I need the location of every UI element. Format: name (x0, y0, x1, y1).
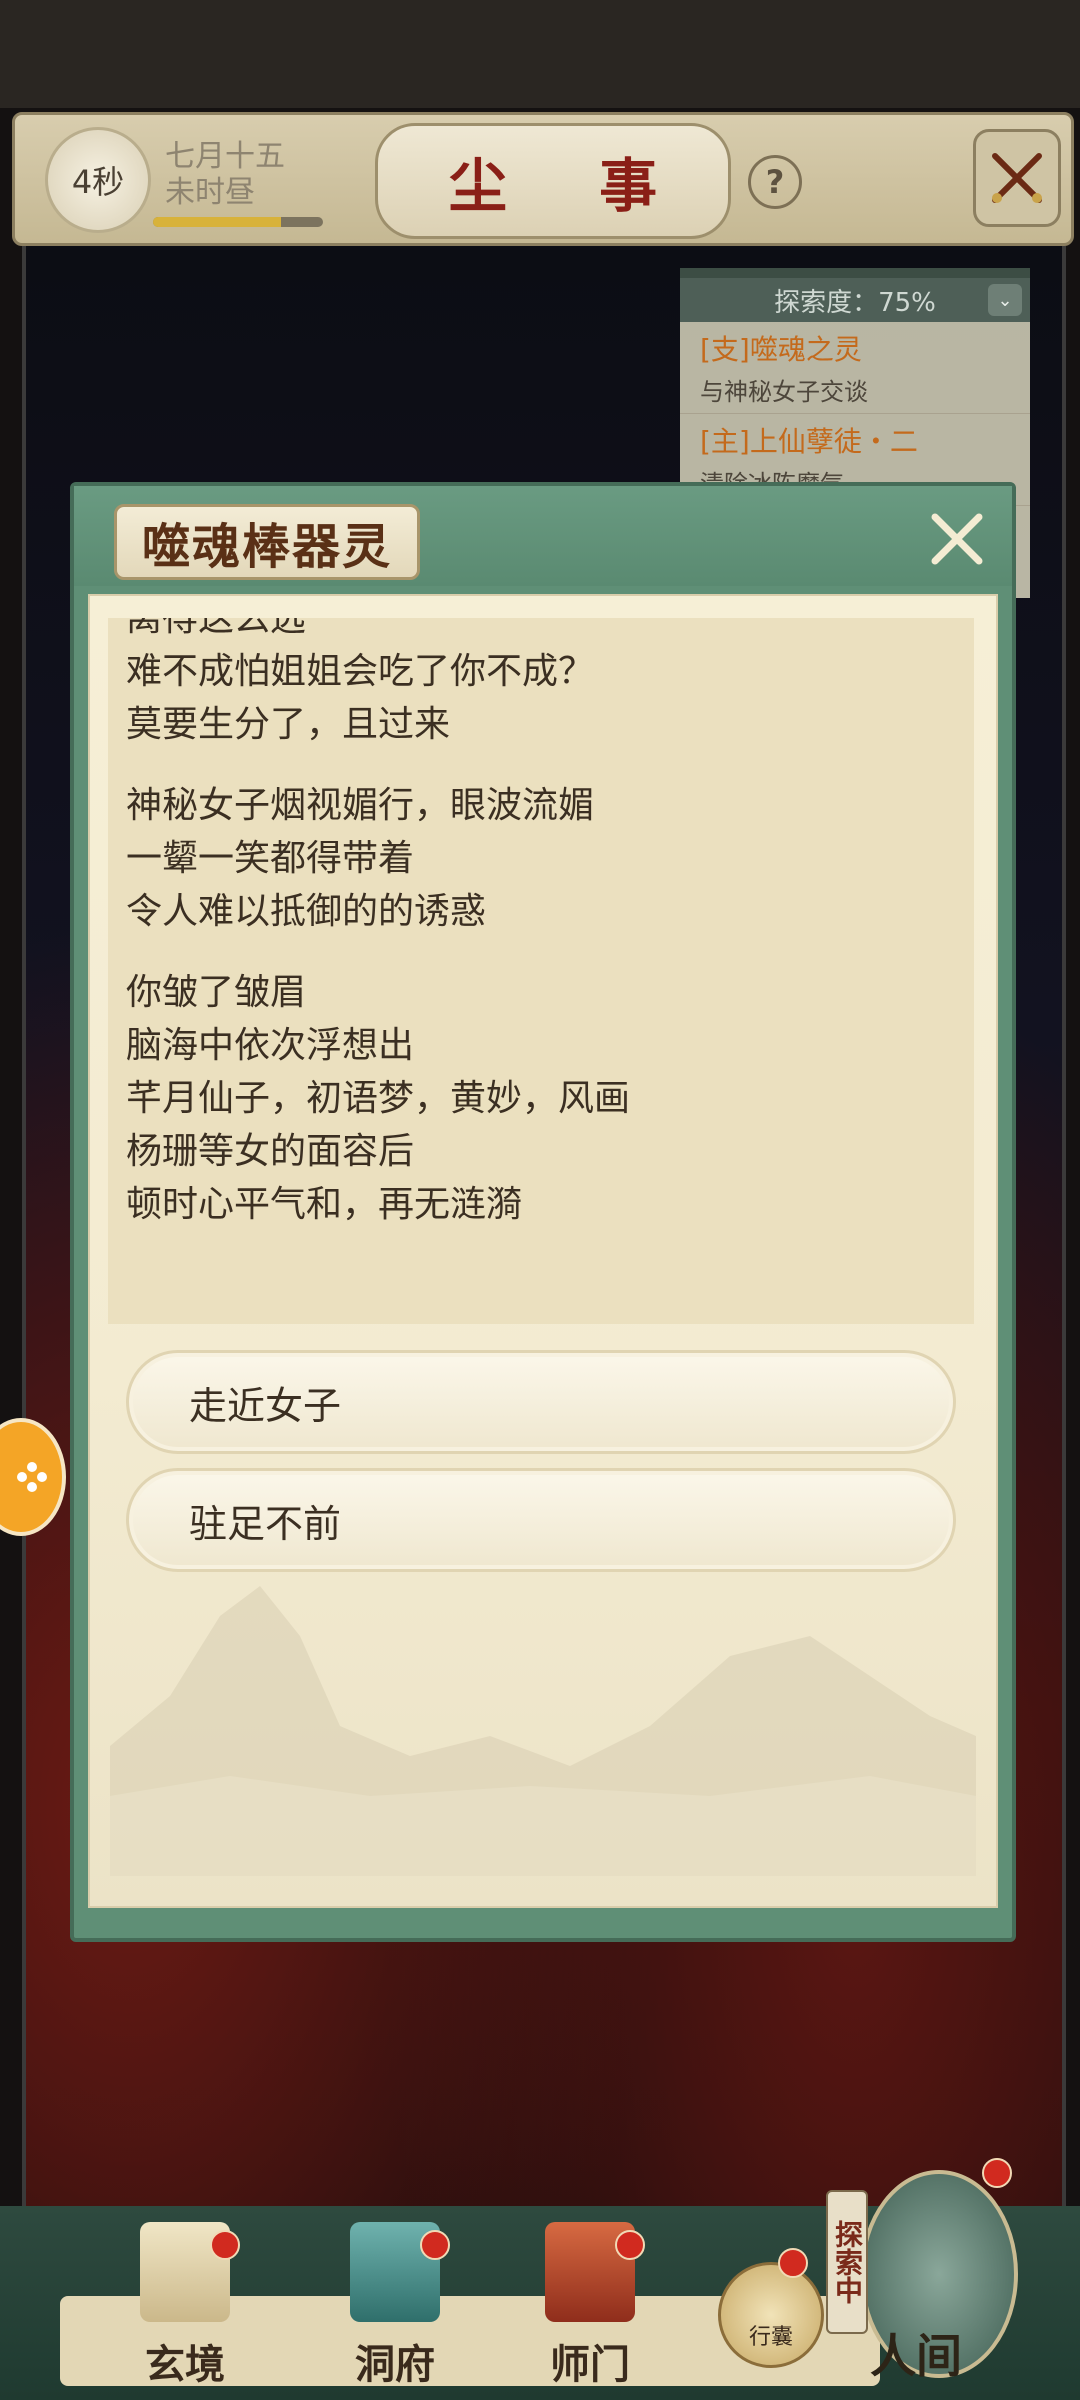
help-button[interactable]: ? (748, 155, 802, 209)
quest-desc: 与神秘女子交谈 (700, 378, 868, 406)
story-paragraph: 神秘女子烟视媚行，眼波流媚 一颦一笑都得带着 令人难以抵御的的诱惑 (126, 779, 956, 938)
story-line: 顿时心平气和，再无涟漪 (126, 1184, 523, 1225)
notification-dot (210, 2230, 240, 2260)
hour-text: 未时昼 (165, 175, 255, 210)
exploring-tag: 探索中 (826, 2190, 868, 2334)
timer-text: 4秒 (71, 163, 125, 201)
story-line: 芊月仙子，初语梦，黄妙，风画 (126, 1078, 631, 1119)
story-paragraph: 离得这么远 难不成怕姐姐会吃了你不成？ 莫要生分了，且过来 (126, 618, 956, 751)
dialogue-modal: 噬魂棒器灵 离得这么远 难不成怕姐姐会吃了你不成？ 莫要生分了，且过来 神秘女子… (70, 482, 1016, 1942)
story-line: 神秘女子烟视媚行，眼波流媚 (126, 785, 595, 826)
nav-shimen[interactable]: 师门 (515, 2222, 665, 2392)
renjian-label: 人间 (870, 2329, 962, 2383)
nav-label: 洞府 (355, 2341, 435, 2388)
page-title-plaque: 尘 事 (375, 123, 731, 239)
nav-xuanjing[interactable]: 玄境 (110, 2222, 260, 2392)
time-progress-bar (153, 217, 323, 227)
choice-approach-button[interactable]: 走近女子 (126, 1350, 956, 1454)
exploration-progress-label: 探索度：75% (774, 287, 936, 318)
dialog-title-plaque: 噬魂棒器灵 (114, 504, 420, 580)
choice-label: 走近女子 (189, 1383, 342, 1428)
story-line: 离得这么远 (126, 618, 307, 639)
timer-badge: 4秒 (45, 127, 151, 233)
story-line: 难不成怕姐姐会吃了你不成？ (126, 651, 595, 692)
bag-button[interactable]: 行囊 (718, 2262, 824, 2368)
story-text: 离得这么远 难不成怕姐姐会吃了你不成？ 莫要生分了，且过来 神秘女子烟视媚行，眼… (126, 618, 956, 1259)
quest-title: [主]上仙孽徒・二 (700, 425, 918, 458)
time-progress-fill (153, 217, 281, 227)
story-line: 你皱了皱眉 (126, 972, 307, 1013)
status-strip (0, 0, 1080, 108)
dialog-close-button[interactable] (922, 504, 992, 574)
page-title: 尘 事 (448, 152, 694, 220)
mountain-landscape-decoration (110, 1586, 976, 1876)
quest-header: 探索度：75% ⌄ (680, 278, 1030, 322)
story-text-box[interactable]: 离得这么远 难不成怕姐姐会吃了你不成？ 莫要生分了，且过来 神秘女子烟视媚行，眼… (108, 618, 974, 1324)
dialog-title: 噬魂棒器灵 (141, 519, 392, 575)
nav-label: 玄境 (145, 2341, 225, 2388)
close-scene-button[interactable] (973, 129, 1061, 227)
story-line: 脑海中依次浮想出 (126, 1025, 415, 1066)
question-icon: ? (765, 163, 785, 201)
bag-label: 行囊 (748, 2325, 793, 2350)
story-line: 杨珊等女的面容后 (126, 1131, 415, 1172)
gamepad-icon (17, 1462, 47, 1492)
crossed-swords-icon (992, 153, 1042, 203)
dialog-paper: 离得这么远 难不成怕姐姐会吃了你不成？ 莫要生分了，且过来 神秘女子烟视媚行，眼… (88, 594, 998, 1908)
close-icon (931, 513, 983, 565)
notification-dot (778, 2248, 808, 2278)
quest-title: [支]噬魂之灵 (700, 333, 862, 366)
nav-label: 师门 (550, 2341, 630, 2388)
story-paragraph: 你皱了皱眉 脑海中依次浮想出 芊月仙子，初语梦，黄妙，风画 杨珊等女的面容后 顿… (126, 966, 956, 1231)
story-line: 一颦一笑都得带着 (126, 838, 415, 879)
top-bar: 4秒 七月十五 未时昼 尘 事 ? (12, 112, 1074, 246)
notification-dot (615, 2230, 645, 2260)
notification-dot (420, 2230, 450, 2260)
notification-dot (982, 2158, 1012, 2188)
story-line: 莫要生分了，且过来 (126, 704, 451, 745)
nav-dongfu[interactable]: 洞府 (320, 2222, 470, 2392)
chevron-down-icon[interactable]: ⌄ (988, 284, 1022, 316)
quest-item[interactable]: [支]噬魂之灵 与神秘女子交谈 (680, 322, 1030, 414)
story-line: 令人难以抵御的的诱惑 (126, 891, 487, 932)
